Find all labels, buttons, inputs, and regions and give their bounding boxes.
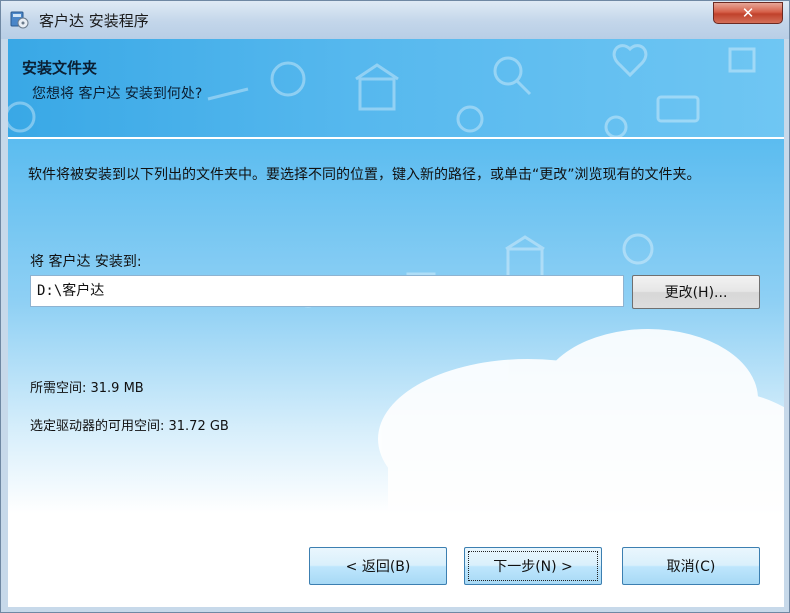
- change-button[interactable]: 更改(H)...: [632, 275, 760, 309]
- cancel-button[interactable]: 取消(C): [622, 547, 760, 585]
- title-bar[interactable]: 客户达 安装程序 ✕: [1, 1, 789, 39]
- back-button[interactable]: < 返回(B): [309, 547, 447, 585]
- close-button[interactable]: ✕: [713, 2, 783, 24]
- window-title: 客户达 安装程序: [39, 12, 149, 30]
- section-subtitle: 您想将 客户达 安装到何处?: [32, 86, 203, 102]
- header-banner: 安装文件夹 您想将 客户达 安装到何处?: [8, 39, 784, 137]
- header-divider: [8, 137, 784, 139]
- close-icon: ✕: [741, 4, 755, 22]
- available-space-text: 选定驱动器的可用空间: 31.72 GB: [30, 419, 229, 434]
- install-to-label: 将 客户达 安装到:: [30, 254, 142, 270]
- install-path-input[interactable]: D:\客户达: [30, 275, 624, 307]
- section-title: 安装文件夹: [22, 59, 98, 77]
- next-button[interactable]: 下一步(N) >: [464, 547, 602, 585]
- required-space-text: 所需空间: 31.9 MB: [30, 381, 144, 396]
- background-decoration: [8, 139, 784, 607]
- installer-content: 安装文件夹 您想将 客户达 安装到何处? 软件将被安装到以下列出的文件夹中。要选…: [8, 39, 784, 607]
- installer-window: 客户达 安装程序 ✕ 安装文件夹 您想将 客户达 安装到何处? 软件将被安装到以…: [0, 0, 790, 613]
- next-button-focus-ring: 下一步(N) >: [468, 551, 598, 581]
- installer-app-icon: [10, 11, 29, 29]
- description-text: 软件将被安装到以下列出的文件夹中。要选择不同的位置，键入新的路径，或单击“更改”…: [28, 167, 701, 183]
